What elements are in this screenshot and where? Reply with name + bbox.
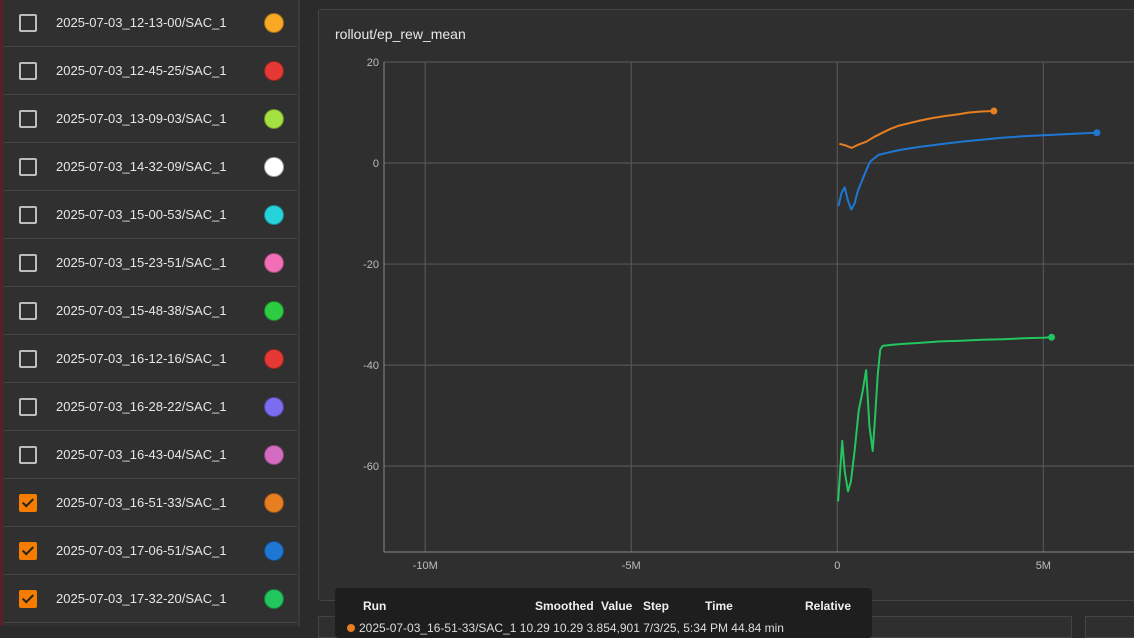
series-line [837, 131, 1097, 211]
x-tick-label: -5M [622, 560, 641, 572]
tooltip-header-value: Value [601, 599, 633, 613]
x-tick-label: 5M [1036, 560, 1051, 572]
series-endpoint [990, 107, 998, 115]
tooltip-header-step: Step [643, 599, 670, 613]
next-chart-card-2 [1085, 616, 1134, 638]
series-line [839, 110, 994, 149]
series-line [837, 336, 1052, 502]
y-tick-label: 0 [373, 158, 379, 170]
tooltip-header-run: Run [363, 599, 387, 613]
tooltip-header-relative: Relative [805, 599, 852, 613]
y-tick-label: 20 [367, 57, 379, 69]
tooltip-header-smoothed: Smoothed [535, 599, 594, 613]
y-tick-label: -20 [363, 259, 379, 271]
series-endpoint [1093, 129, 1101, 137]
hover-tooltip: Run Smoothed Value Step Time Relative 20… [335, 588, 872, 638]
line-chart[interactable]: -10M -5M 0 5M 20 0 -20 -40 -60 [0, 0, 1134, 626]
x-tick-label: 0 [834, 560, 840, 572]
y-tick-label: -40 [363, 360, 379, 372]
tooltip-header-time: Time [705, 599, 733, 613]
y-tick-label: -60 [363, 461, 379, 473]
series-endpoint [1048, 333, 1056, 341]
tooltip-row-text: 2025-07-03_16-51-33/SAC_1 10.29 10.29 3.… [359, 621, 784, 635]
x-tick-label: -10M [413, 560, 438, 572]
tooltip-row: 2025-07-03_16-51-33/SAC_1 10.29 10.29 3.… [347, 621, 784, 635]
tooltip-run-dot [347, 624, 355, 632]
